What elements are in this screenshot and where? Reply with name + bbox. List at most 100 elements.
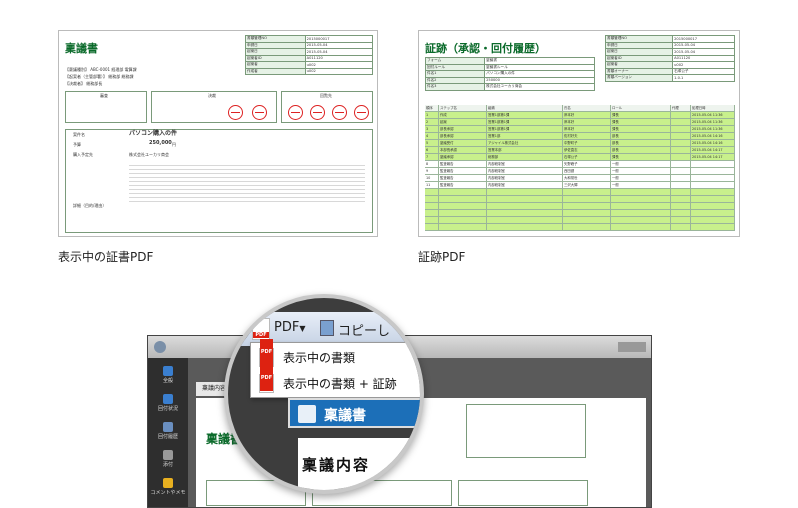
back-icon[interactable] <box>154 341 166 353</box>
table-cell <box>425 196 439 202</box>
table-cell <box>563 203 611 209</box>
table-cell: 2015-05-04 14:17 <box>691 154 735 160</box>
table-cell: 営業1部 <box>487 133 563 139</box>
table-cell: 部長承認 <box>439 126 487 132</box>
window-controls[interactable] <box>618 342 646 352</box>
table-cell <box>425 210 439 216</box>
pdf-icon <box>252 318 270 340</box>
table-cell: 5 <box>425 140 439 146</box>
document-title: 稟議書 <box>65 42 98 55</box>
sidebar-item-label: コメントやメモ <box>150 490 186 496</box>
amount-unit: 円 <box>172 142 176 147</box>
table-row: 3 部長承認 営業1部第1課 岸本好 課長 2015-05-04 11:36 <box>425 126 735 133</box>
table-cell: 課長 <box>611 112 671 118</box>
pdf-menu-button[interactable]: PDF▼ <box>274 320 305 335</box>
subject-value: パソコン購入の件 <box>129 130 178 137</box>
table-cell <box>671 112 691 118</box>
table-cell: 内部統制室 <box>487 182 563 188</box>
subject-label: 案件名 <box>73 132 85 137</box>
sidebar-item-comments[interactable]: コメントやメモ <box>148 478 188 496</box>
flow-icon <box>163 394 173 404</box>
table-cell <box>487 210 563 216</box>
table-cell <box>611 217 671 223</box>
table-cell <box>487 196 563 202</box>
sidebar-item-attachments[interactable]: 添付 <box>148 450 188 468</box>
meta-line: 【決裁者】 総務部長 <box>65 81 103 86</box>
table-row: 10 監査報告 内部統制室 大和常世 一般 <box>425 175 735 182</box>
table-row: 8 監査報告 内部統制室 矢野峰子 一般 <box>425 161 735 168</box>
table-cell: 一般 <box>611 161 671 167</box>
table-row: 6 本部長承認 営業本部 伊佐直志 部長 2015-05-04 14:17 <box>425 147 735 154</box>
caption-left: 表示中の証書PDF <box>58 250 154 264</box>
column-header: ロール <box>611 105 671 111</box>
table-cell <box>563 210 611 216</box>
table-cell: 岸本好 <box>563 126 611 132</box>
table-cell <box>611 203 671 209</box>
pdf-dropdown-menu: 表示中の書類 表示中の書類 + 証跡 <box>250 339 420 398</box>
table-row: 11 監査報告 内部統制室 三沢大輝 一般 <box>425 182 735 189</box>
column-header: ステップ名 <box>439 105 487 111</box>
vendor-value: 株式会社ユーカリ商会 <box>129 152 169 157</box>
sidebar-item-general[interactable]: 全般 <box>148 366 188 384</box>
menu-item-current-document[interactable]: 表示中の書類 <box>251 339 420 371</box>
table-cell: 監査報告 <box>439 182 487 188</box>
menu-item-document-with-evidence[interactable]: 表示中の書類 + 証跡 <box>251 365 420 397</box>
table-cell <box>611 196 671 202</box>
table-row: 9 監査報告 内部統制室 西田健 一般 <box>425 168 735 175</box>
table-cell: 11 <box>425 182 439 188</box>
table-cell: 7 <box>425 154 439 160</box>
table-cell <box>671 147 691 153</box>
table-cell: 2015-05-04 11:36 <box>691 126 735 132</box>
table-cell: 稟議受付 <box>439 140 487 146</box>
table-cell <box>691 168 735 174</box>
history-icon <box>163 422 173 432</box>
evidence-title: 証跡（承認・回付履歴） <box>425 42 546 55</box>
table-cell <box>691 196 735 202</box>
table-cell <box>691 161 735 167</box>
table-cell <box>563 189 611 195</box>
table-cell: 3 <box>425 126 439 132</box>
info-row: 件名3 株式会社ユーカリ商会 <box>424 83 595 91</box>
table-cell: 10 <box>425 175 439 181</box>
document-info-table: 書類管理NO 2015000017 申請日 2015-05-04 起案日 2015-05-… <box>245 35 374 75</box>
table-row: 1 作成 営業1部第1課 岸本好 課長 2015-05-04 11:36 <box>425 112 735 119</box>
amount-value: 250,000 <box>149 140 172 146</box>
table-cell: 部長 <box>611 140 671 146</box>
copy-button[interactable]: コピーし <box>338 320 390 339</box>
table-cell <box>691 182 735 188</box>
mag-page-title: 稟議内容 <box>302 456 371 474</box>
table-cell: 2015-05-04 14:16 <box>691 140 735 146</box>
column-header: 代理 <box>671 105 691 111</box>
table-cell <box>439 196 487 202</box>
table-cell: アジャイル株式会社 <box>487 140 563 146</box>
sidebar-item-label: 回付状況 <box>157 406 178 412</box>
table-cell: 課長 <box>611 154 671 160</box>
table-row <box>425 196 735 203</box>
table-row <box>425 224 735 231</box>
table-cell: 内部統制室 <box>487 168 563 174</box>
info-key: 件名3 <box>424 83 486 91</box>
table-cell: 2015-05-04 11:36 <box>691 112 735 118</box>
table-row <box>425 217 735 224</box>
sidebar-item-history[interactable]: 回付履歴 <box>148 422 188 440</box>
table-cell <box>671 161 691 167</box>
info-row: 書類バージョン 1.0.1 <box>604 74 735 82</box>
table-cell <box>425 189 439 195</box>
app-circulation-box <box>458 480 588 506</box>
info-value: u002 <box>304 67 374 75</box>
table-cell <box>691 175 735 181</box>
table-cell <box>691 203 735 209</box>
table-cell: 営業1部第1課 <box>487 126 563 132</box>
document-card[interactable]: 稟議書 <box>288 398 420 428</box>
table-cell <box>439 189 487 195</box>
info-row: 作成者 u002 <box>245 67 374 75</box>
table-cell <box>671 154 691 160</box>
info-value: 株式会社ユーカリ商会 <box>484 83 595 91</box>
table-cell <box>611 189 671 195</box>
table-cell: 営業本部 <box>487 147 563 153</box>
sidebar-item-status[interactable]: 回付状況 <box>148 394 188 412</box>
document-icon <box>163 366 173 376</box>
table-cell <box>671 140 691 146</box>
table-cell <box>671 168 691 174</box>
caption-right: 証跡PDF <box>418 250 466 264</box>
